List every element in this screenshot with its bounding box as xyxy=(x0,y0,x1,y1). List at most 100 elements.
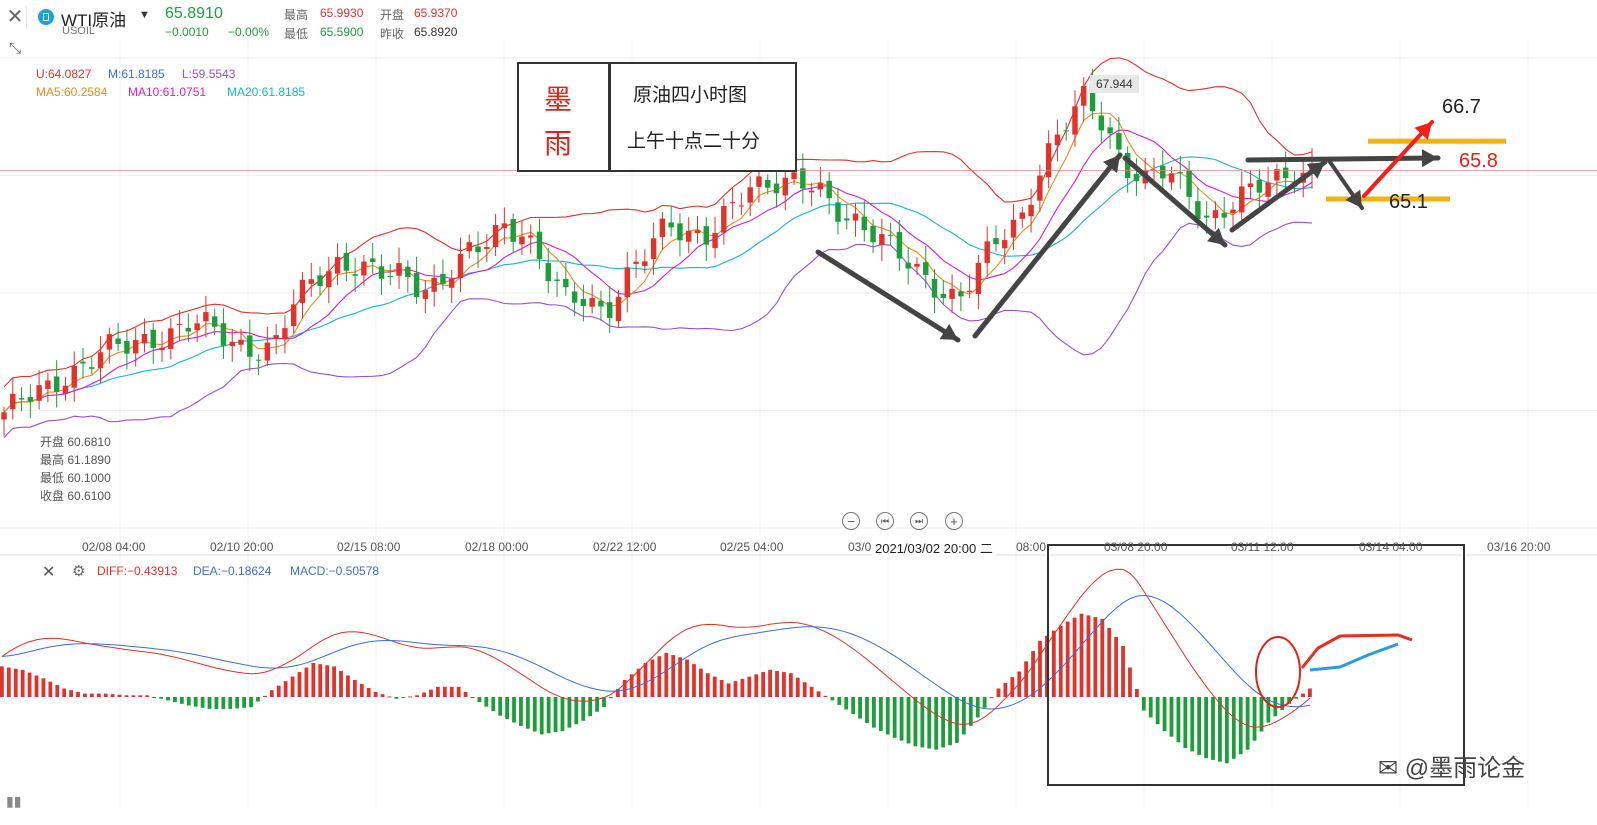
macd-bar xyxy=(193,697,198,707)
candle-body xyxy=(914,263,920,267)
candle-body xyxy=(879,234,885,245)
candle-body xyxy=(1247,183,1254,187)
macd-bar xyxy=(89,693,94,697)
macd-bar xyxy=(214,697,219,709)
level-upper-label: 66.7 xyxy=(1442,96,1481,118)
macd-bar xyxy=(795,677,800,697)
macd-bar xyxy=(733,681,738,697)
macd-bar xyxy=(906,697,911,744)
macd-bar xyxy=(837,697,842,705)
candle-body xyxy=(45,380,51,389)
candle-body xyxy=(352,274,358,276)
x-tick: 03/0 xyxy=(848,540,872,554)
step-back-icon[interactable]: ⏮ xyxy=(876,512,894,530)
step-forward-icon[interactable]: ⏭ xyxy=(910,512,928,530)
macd-bar xyxy=(892,697,897,738)
candle-body xyxy=(958,291,964,297)
macd-bar xyxy=(609,697,613,699)
zoom-out-icon[interactable]: − xyxy=(842,512,860,530)
candle-body xyxy=(405,266,411,278)
macd-bar xyxy=(13,668,18,697)
macd-bar xyxy=(1003,682,1008,697)
macd-bar xyxy=(1114,636,1119,697)
candle-body xyxy=(10,393,16,410)
candle-body xyxy=(844,218,850,221)
macd-bar xyxy=(318,664,323,697)
x-tick: 02/08 04:00 xyxy=(82,540,146,554)
candle-body xyxy=(1186,170,1192,197)
macd-bar xyxy=(1176,697,1181,743)
watermark: ✉ @墨雨论金 xyxy=(1378,755,1526,782)
macd-bar xyxy=(373,691,378,697)
chevron-down-icon[interactable]: ▼ xyxy=(139,9,150,21)
candle-body xyxy=(1116,133,1122,150)
macd-bar xyxy=(996,688,1001,697)
quote-label-prevclose: 昨收 xyxy=(380,27,405,41)
macd-bar xyxy=(339,670,343,697)
macd-bar xyxy=(207,697,212,709)
candle-body xyxy=(1177,171,1184,173)
macd-bar xyxy=(401,697,406,698)
candle-body xyxy=(422,290,429,299)
zoom-in-icon[interactable]: + xyxy=(945,512,963,530)
candle-body xyxy=(949,288,955,299)
candle-body xyxy=(378,266,385,279)
indicator-icon[interactable]: ▮▮ xyxy=(6,793,28,815)
candle-body xyxy=(808,190,815,193)
candle-body xyxy=(159,347,165,351)
candle-body xyxy=(800,168,806,189)
candle-body xyxy=(1168,173,1175,183)
boll-lower: L:59.5543 xyxy=(182,67,236,81)
gear-icon[interactable]: ⚙ xyxy=(72,562,85,580)
boll-lower-line xyxy=(3,221,1313,438)
macd-bar xyxy=(1245,697,1250,750)
macd-bar xyxy=(941,697,946,748)
candle-body xyxy=(993,238,999,244)
macd-bar xyxy=(484,697,489,707)
macd-bar xyxy=(934,697,939,750)
macd-diff-line xyxy=(1,568,1311,728)
annotation-box: 墨 雨 原油四小时图 上午十点二十分 xyxy=(517,62,797,172)
collapse-icon[interactable]: ⤡ xyxy=(4,40,26,62)
macd-bar xyxy=(173,697,177,703)
candle-body xyxy=(475,246,481,253)
macd-bar xyxy=(179,697,184,704)
close-icon[interactable]: ✕ xyxy=(42,562,55,582)
close-icon[interactable]: ✕ xyxy=(4,6,27,28)
candle-body xyxy=(773,183,780,194)
candle-body xyxy=(255,359,262,361)
price-chart[interactable] xyxy=(0,0,1597,825)
macd-bar xyxy=(283,681,288,697)
candle-body xyxy=(1133,173,1140,182)
candle-body xyxy=(492,224,499,248)
macd-bar xyxy=(802,682,807,697)
macd-bar xyxy=(456,686,461,697)
candle-body xyxy=(194,323,200,331)
macd-bar xyxy=(553,697,558,733)
candle-body xyxy=(36,385,42,401)
candle-body xyxy=(624,267,630,298)
macd-bar xyxy=(740,678,745,697)
macd-bar xyxy=(1183,697,1188,748)
candle-body xyxy=(729,202,736,204)
x-tick: 02/15 08:00 xyxy=(337,540,401,554)
x-tick: 02/10 20:00 xyxy=(210,540,274,554)
candle-body xyxy=(510,219,516,242)
candle-body xyxy=(203,312,209,322)
macd-bar xyxy=(830,697,835,701)
macd-bar xyxy=(692,664,696,697)
candle-body xyxy=(765,179,771,188)
macd-bar xyxy=(705,673,710,697)
ma5-value: MA5:60.2584 xyxy=(36,85,108,99)
macd-bar xyxy=(525,697,530,729)
highlight-ellipse xyxy=(1255,636,1301,708)
ohlc-open: 开盘 60.6810 xyxy=(40,435,111,449)
candle-body xyxy=(1,412,7,420)
candle-body xyxy=(150,329,156,348)
candle-body xyxy=(168,328,174,349)
macd-bar xyxy=(747,676,752,697)
candle-body xyxy=(80,361,86,364)
candle-body xyxy=(457,253,464,278)
macd-bar xyxy=(1218,697,1222,762)
symbol-code: USOIL xyxy=(62,25,96,37)
